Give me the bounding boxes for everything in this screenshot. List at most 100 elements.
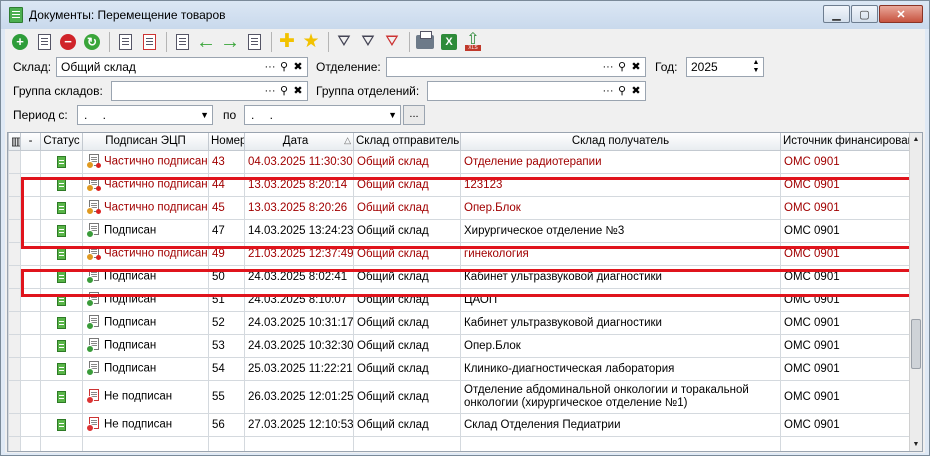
header-sender[interactable]: Склад отправитель [353, 133, 461, 151]
header-date[interactable]: Дата △ [244, 133, 354, 151]
row-indicator[interactable] [8, 195, 21, 220]
refresh-button[interactable]: ↻ [81, 31, 103, 53]
signed-cell: Подписан [82, 310, 209, 335]
row-indicator[interactable] [8, 356, 21, 381]
column-selector-header[interactable]: ▥ [8, 133, 21, 151]
forward-button[interactable]: → [219, 31, 241, 53]
dropdown-icon[interactable]: ▼ [388, 110, 397, 120]
row-indicator[interactable] [8, 241, 21, 266]
table-row[interactable]: Подписан 54 25.03.2025 11:22:21 Общий склад… [8, 356, 912, 381]
back-button[interactable]: ← [195, 31, 217, 53]
row-indicator[interactable] [8, 412, 21, 437]
table-row[interactable]: Частично подписан 44 13.03.2025 8:20:14 Общ… [8, 172, 912, 197]
table-row[interactable]: Подписан 47 14.03.2025 13:24:23 Общий склад… [8, 218, 912, 243]
filter-edit-button[interactable]: ⛛ [357, 31, 379, 53]
vertical-scrollbar[interactable]: ▲ ▼ [909, 133, 922, 451]
row-indicator[interactable] [8, 379, 21, 414]
toolbar: + − ↻ ← → ✚ ★ ⛛ ⛛ ⛛ X ⇧ XLS [5, 29, 925, 55]
row-expand-cell[interactable] [20, 241, 41, 266]
year-spinner[interactable]: 2025 ▲ ▼ [686, 57, 764, 77]
row-expand-cell[interactable] [20, 412, 41, 437]
period-label: Период с: [13, 108, 68, 122]
header-collapse[interactable]: - [20, 133, 41, 151]
close-button[interactable]: ✕ [879, 5, 923, 23]
maximize-button[interactable]: ▢ [851, 5, 878, 23]
lookup-button[interactable]: ··· [601, 83, 615, 99]
print-button[interactable] [414, 31, 436, 53]
table-row[interactable]: Подписан 51 24.03.2025 8:10:07 Общий склад Ц… [8, 287, 912, 312]
move-button[interactable] [243, 31, 265, 53]
search-icon[interactable]: ⚲ [615, 83, 629, 99]
export-button[interactable]: ⇧ XLS [462, 31, 484, 53]
clear-icon[interactable]: ✖ [629, 59, 643, 75]
table-row[interactable]: Не подписан 56 27.03.2025 12:10:53 Общий ск… [8, 412, 912, 437]
lookup-button[interactable]: ··· [601, 59, 615, 75]
header-receiver[interactable]: Склад получатель [460, 133, 781, 151]
search-icon[interactable]: ⚲ [615, 59, 629, 75]
row-indicator[interactable] [8, 218, 21, 243]
row-expand-cell[interactable] [20, 310, 41, 335]
row-indicator[interactable] [8, 310, 21, 335]
period-to-combo[interactable]: . . ▼ [244, 105, 401, 125]
table-row[interactable]: Подписан 50 24.03.2025 8:02:41 Общий склад К… [8, 264, 912, 289]
row-expand-cell[interactable] [20, 264, 41, 289]
gruppa-skladov-field[interactable]: ··· ⚲ ✖ [111, 81, 308, 101]
scroll-down-icon[interactable]: ▼ [910, 438, 922, 451]
row-expand-cell[interactable] [20, 218, 41, 243]
lookup-button[interactable]: ··· [263, 59, 277, 75]
row-expand-cell[interactable] [20, 379, 41, 414]
row-expand-cell[interactable] [20, 195, 41, 220]
header-signed[interactable]: Подписан ЭЦП [82, 133, 209, 151]
row-indicator[interactable] [8, 264, 21, 289]
row-indicator[interactable] [8, 172, 21, 197]
row-expand-cell[interactable] [20, 356, 41, 381]
add-favorite-button[interactable]: ✚ [276, 31, 298, 53]
search-icon[interactable]: ⚲ [277, 59, 291, 75]
row-expand-cell[interactable] [20, 333, 41, 358]
unsign-button[interactable] [138, 31, 160, 53]
sign-button[interactable] [114, 31, 136, 53]
row-indicator[interactable] [8, 333, 21, 358]
number-cell: 56 [208, 412, 245, 437]
row-indicator[interactable] [8, 287, 21, 312]
header-status[interactable]: Статус [40, 133, 83, 151]
receiver-cell: гинекология [460, 241, 781, 266]
spin-down-icon[interactable]: ▼ [750, 67, 762, 75]
table-row[interactable]: Не подписан 55 26.03.2025 12:01:25 Общий ск… [8, 379, 912, 414]
spin-up-icon[interactable]: ▲ [750, 59, 762, 67]
clear-icon[interactable]: ✖ [291, 83, 305, 99]
copy-button[interactable] [171, 31, 193, 53]
table-row[interactable]: Частично подписан 45 13.03.2025 8:20:26 Общ… [8, 195, 912, 220]
header-finance-source[interactable]: Источник финансирования [780, 133, 912, 151]
filter-button[interactable]: ⛛ [333, 31, 355, 53]
row-expand-cell[interactable] [20, 172, 41, 197]
dropdown-icon[interactable]: ▼ [200, 110, 209, 120]
otdelenie-field[interactable]: ··· ⚲ ✖ [386, 57, 646, 77]
row-indicator[interactable] [8, 149, 21, 174]
clear-icon[interactable]: ✖ [291, 59, 305, 75]
filter-clear-button[interactable]: ⛛ [381, 31, 403, 53]
table-row[interactable]: Подписан 53 24.03.2025 10:32:30 Общий склад… [8, 333, 912, 358]
scroll-thumb[interactable] [911, 319, 921, 369]
sklad-field[interactable]: Общий склад ··· ⚲ ✖ [56, 57, 308, 77]
clear-icon[interactable]: ✖ [629, 83, 643, 99]
scroll-up-icon[interactable]: ▲ [910, 133, 922, 146]
period-ellipsis-button[interactable]: ... [403, 105, 425, 125]
row-expand-cell[interactable] [20, 287, 41, 312]
edit-button[interactable] [33, 31, 55, 53]
date-cell: 13.03.2025 8:20:14 [244, 172, 354, 197]
search-icon[interactable]: ⚲ [277, 83, 291, 99]
delete-button[interactable]: − [57, 31, 79, 53]
add-button[interactable]: + [9, 31, 31, 53]
table-row[interactable]: Частично подписан 43 04.03.2025 11:30:30 Об… [8, 149, 912, 174]
table-row[interactable]: Частично подписан 49 21.03.2025 12:37:49 Об… [8, 241, 912, 266]
lookup-button[interactable]: ··· [263, 83, 277, 99]
period-from-combo[interactable]: . . ▼ [77, 105, 213, 125]
excel-button[interactable]: X [438, 31, 460, 53]
favorite-button[interactable]: ★ [300, 31, 322, 53]
table-row[interactable]: Подписан 52 24.03.2025 10:31:17 Общий склад… [8, 310, 912, 335]
row-expand-cell[interactable] [20, 149, 41, 174]
gruppa-otdeleniy-field[interactable]: ··· ⚲ ✖ [427, 81, 646, 101]
minimize-button[interactable]: ▁ [823, 5, 850, 23]
header-number[interactable]: Номер [208, 133, 245, 151]
